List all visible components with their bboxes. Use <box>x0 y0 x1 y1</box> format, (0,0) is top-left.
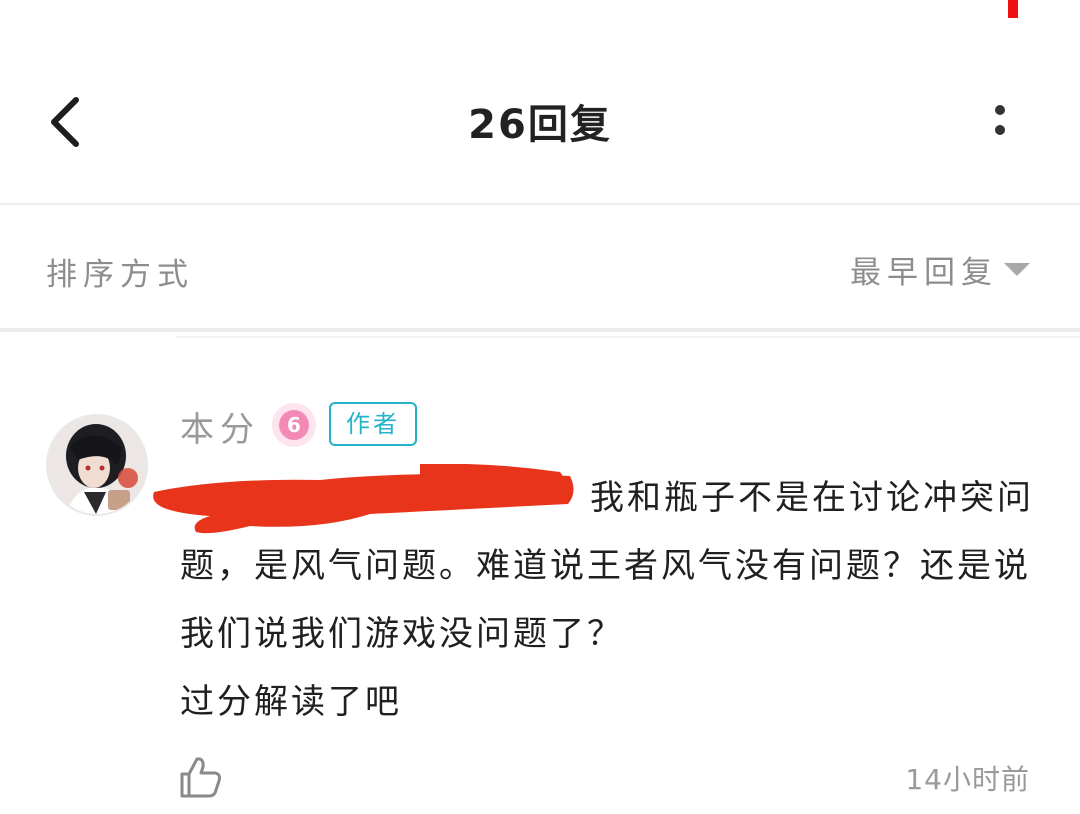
sort-label: 排序方式 <box>46 257 194 293</box>
page-title: 26回复 <box>468 102 612 148</box>
username[interactable]: 本分 <box>180 402 260 451</box>
thumbs-up-icon <box>180 757 221 798</box>
more-vertical-icon <box>995 105 1005 135</box>
user-level-badge: 6 <box>272 403 316 447</box>
sort-selected-value: 最早回复 <box>850 254 998 291</box>
avatar[interactable] <box>46 414 148 516</box>
author-tag: 作者 <box>329 402 417 446</box>
sort-bar: 排序方式 最早回复 <box>0 205 1080 329</box>
comment-text-line2: 过分解读了吧 <box>180 682 402 722</box>
like-button[interactable] <box>178 754 224 800</box>
avatar-image <box>48 416 146 514</box>
sort-dropdown[interactable]: 最早回复 <box>850 241 1030 297</box>
more-options-button[interactable] <box>980 88 1020 158</box>
redaction-mark <box>153 464 574 534</box>
level-number: 6 <box>279 410 309 440</box>
divider <box>176 336 1080 338</box>
divider <box>0 328 1080 332</box>
post-timestamp: 14小时前 <box>905 763 1030 796</box>
caret-down-icon <box>1004 262 1030 276</box>
top-nav-bar: 26回复 <box>0 0 1080 204</box>
